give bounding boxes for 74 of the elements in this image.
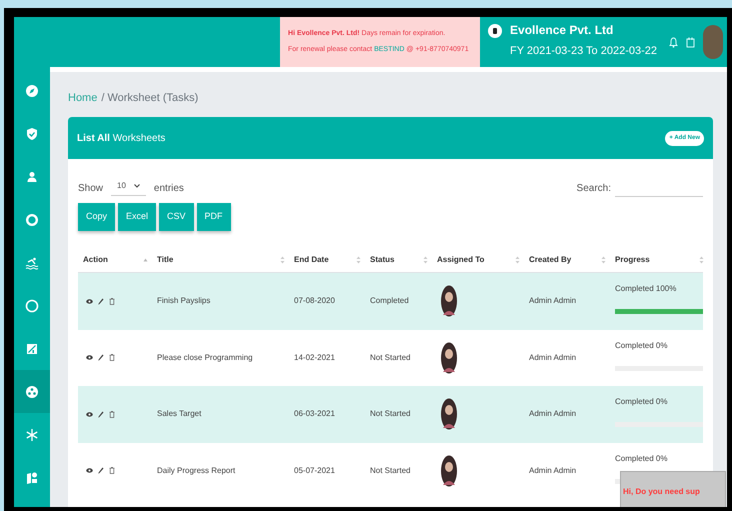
eye-icon[interactable] bbox=[86, 298, 93, 304]
end-date: 05-07-2021 bbox=[294, 466, 335, 475]
column-header[interactable]: Status bbox=[365, 254, 432, 266]
task-title: Daily Progress Report bbox=[157, 466, 236, 475]
compass-icon bbox=[25, 84, 39, 98]
trash-icon[interactable] bbox=[109, 467, 115, 474]
entries-label: entries bbox=[154, 182, 184, 196]
sort-icon bbox=[699, 256, 704, 264]
task-title: Please close Programming bbox=[157, 352, 253, 362]
task-status: Completed bbox=[370, 296, 409, 306]
sort-icon bbox=[515, 256, 520, 264]
created-by: Admin Admin bbox=[529, 296, 576, 306]
user-avatar-icon bbox=[440, 454, 458, 487]
company-name: Evollence Pvt. Ltd bbox=[510, 22, 614, 39]
company-logo-icon bbox=[488, 24, 502, 38]
eye-icon[interactable] bbox=[86, 355, 93, 360]
pencil-icon[interactable] bbox=[98, 354, 104, 362]
pencil-icon[interactable] bbox=[98, 298, 104, 305]
progress-label: Completed 0% bbox=[615, 452, 668, 464]
task-title: Finish Payslips bbox=[157, 296, 210, 306]
user-avatar-icon bbox=[440, 342, 458, 374]
trash-icon[interactable] bbox=[109, 354, 115, 362]
sort-icon bbox=[423, 256, 428, 264]
fiscal-year: FY 2021-03-23 To 2022-03-22 bbox=[510, 44, 657, 59]
search-label: Search: bbox=[576, 182, 611, 196]
show-label: Show bbox=[78, 182, 104, 196]
column-header[interactable]: Action bbox=[78, 254, 152, 266]
end-date: 07-08-2020 bbox=[294, 296, 335, 306]
trash-icon[interactable] bbox=[109, 298, 115, 305]
end-date: 14-02-2021 bbox=[294, 352, 335, 362]
column-header[interactable]: Progress bbox=[610, 254, 708, 266]
progress-label: Completed 100% bbox=[615, 283, 678, 295]
chart-icon bbox=[25, 342, 39, 356]
pencil-icon[interactable] bbox=[98, 467, 104, 474]
progress-label: Completed 0% bbox=[615, 340, 668, 352]
sort-icon bbox=[356, 256, 361, 264]
eye-icon[interactable] bbox=[86, 468, 93, 474]
user-avatar-icon bbox=[440, 398, 458, 430]
sort-ascending-icon bbox=[143, 258, 148, 262]
snowflake-icon bbox=[25, 428, 39, 442]
created-by: Admin Admin bbox=[529, 409, 576, 418]
eye-icon[interactable] bbox=[86, 412, 93, 417]
task-status: Not Started bbox=[370, 409, 410, 418]
sidebar-item[interactable] bbox=[14, 370, 50, 413]
breadcrumb-current: / Worksheet (Tasks) bbox=[101, 90, 198, 106]
trash-icon[interactable] bbox=[109, 410, 115, 418]
calendar-icon[interactable] bbox=[686, 36, 695, 48]
task-title: Sales Target bbox=[157, 409, 202, 418]
swimmer-icon bbox=[25, 256, 39, 270]
sort-icon bbox=[280, 256, 285, 264]
shield-check-icon bbox=[25, 126, 39, 140]
card-title: List All Worksheets bbox=[77, 132, 166, 146]
created-by: Admin Admin bbox=[529, 466, 576, 475]
sort-icon bbox=[601, 256, 606, 264]
created-by: Admin Admin bbox=[529, 352, 576, 362]
end-date: 06-03-2021 bbox=[294, 409, 335, 418]
user-avatar-icon bbox=[440, 285, 458, 318]
bell-icon[interactable] bbox=[669, 36, 678, 48]
column-header[interactable]: Created By bbox=[524, 254, 610, 266]
pencil-icon[interactable] bbox=[98, 410, 104, 418]
user-icon bbox=[25, 170, 39, 184]
task-status: Not Started bbox=[370, 466, 410, 475]
chat-message: Hi, Do you need sup bbox=[623, 487, 700, 496]
column-header[interactable]: Assigned To bbox=[432, 254, 524, 266]
task-status: Not Started bbox=[370, 352, 410, 362]
circle-dots-icon bbox=[25, 384, 39, 398]
entries-select[interactable]: 10 bbox=[111, 180, 146, 196]
progress-label: Completed 0% bbox=[615, 396, 668, 408]
map-pin-icon bbox=[25, 470, 39, 484]
ring-icon bbox=[25, 212, 39, 226]
column-header[interactable]: End Date bbox=[289, 254, 365, 266]
column-header[interactable]: Title bbox=[152, 254, 289, 266]
chevron-down-icon bbox=[134, 184, 140, 188]
profile-avatar[interactable] bbox=[703, 25, 723, 59]
